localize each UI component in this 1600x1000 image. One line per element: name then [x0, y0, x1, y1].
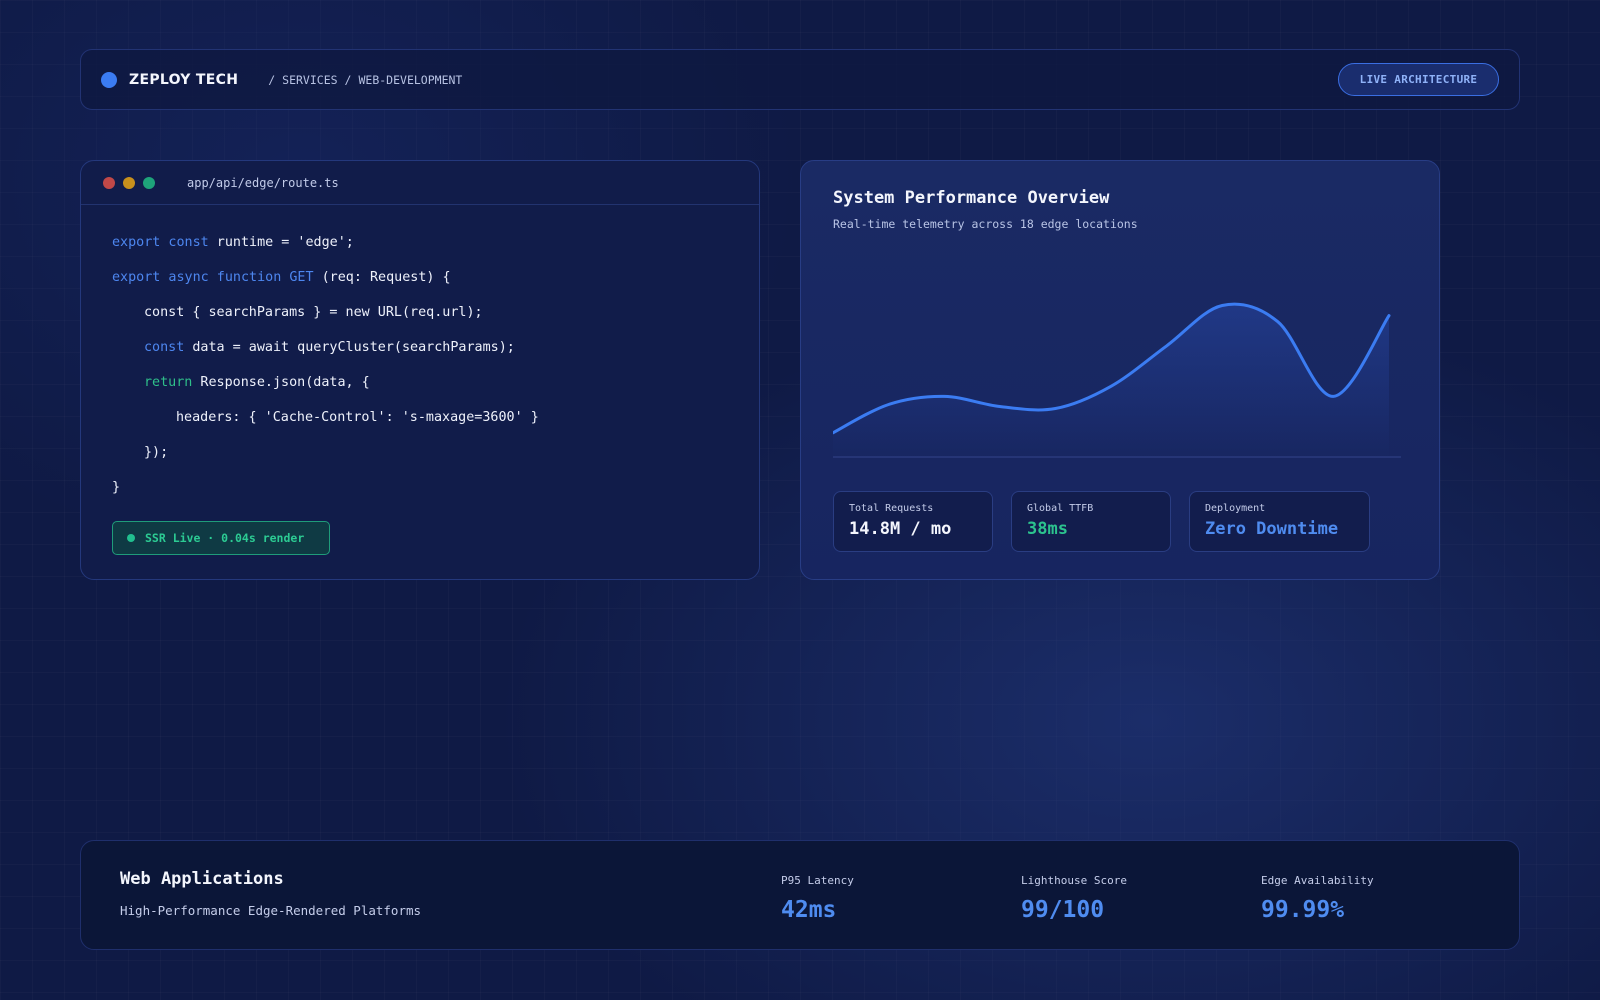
- metric-deployment: Deployment Zero Downtime: [1189, 491, 1370, 552]
- code-text: Response.json(data, {: [192, 375, 370, 390]
- brand-logo-dot: [101, 71, 117, 88]
- stat-label: Edge Availability: [1261, 874, 1374, 887]
- breadcrumb: / SERVICES / WEB-DEVELOPMENT: [268, 73, 462, 87]
- web-applications-bar: Web Applications High-Performance Edge-R…: [80, 840, 1520, 950]
- code-keyword: export const: [112, 235, 209, 250]
- code-line: export const runtime = 'edge';: [112, 225, 759, 260]
- performance-title: System Performance Overview: [833, 188, 1110, 208]
- metric-value: 38ms: [1027, 519, 1068, 539]
- code-line: });: [112, 435, 759, 470]
- breadcrumb-item-services[interactable]: SERVICES: [282, 73, 337, 87]
- section-title: Web Applications: [120, 869, 284, 889]
- stat-label: Lighthouse Score: [1021, 874, 1127, 887]
- breadcrumb-separator: /: [268, 72, 276, 87]
- code-line: }: [112, 470, 759, 505]
- code-line: const { searchParams } = new URL(req.url…: [112, 295, 759, 330]
- metric-value: 14.8M / mo: [849, 519, 952, 539]
- window-close-dot[interactable]: [103, 176, 115, 189]
- code-text: headers: { 'Cache-Control': 's-maxage=36…: [176, 410, 539, 425]
- breadcrumb-item-web-development[interactable]: WEB-DEVELOPMENT: [358, 73, 462, 87]
- code-keyword: const: [144, 340, 185, 355]
- stat-value: 99.99%: [1261, 897, 1345, 923]
- code-line: export async function GET (req: Request)…: [112, 260, 759, 295]
- window-minimize-dot[interactable]: [123, 176, 135, 189]
- code-text: const { searchParams } = new URL(req.url…: [144, 305, 483, 320]
- code-line: headers: { 'Cache-Control': 's-maxage=36…: [112, 400, 759, 435]
- stat-edge-availability: Edge Availability 99.99%: [1261, 874, 1374, 923]
- code-text: data = await queryCluster(searchParams);: [184, 340, 515, 355]
- metric-label: Total Requests: [849, 503, 934, 514]
- breadcrumb-separator: /: [344, 72, 352, 87]
- code-keyword: export async function GET: [112, 270, 314, 285]
- file-path: app/api/edge/route.ts: [187, 175, 339, 190]
- metric-global-ttfb: Global TTFB 38ms: [1011, 491, 1171, 552]
- performance-chart: [833, 302, 1401, 458]
- metric-value: Zero Downtime: [1205, 519, 1339, 539]
- status-live-icon: [127, 534, 135, 542]
- code-text: });: [144, 445, 169, 460]
- stat-value: 99/100: [1021, 897, 1105, 923]
- metric-label: Deployment: [1205, 503, 1266, 514]
- stat-label: P95 Latency: [781, 874, 854, 887]
- code-editor-panel: app/api/edge/route.ts export const runti…: [80, 160, 760, 580]
- code-body: export const runtime = 'edge'; export as…: [81, 205, 759, 505]
- ssr-status-text: SSR Live · 0.04s render: [145, 531, 305, 545]
- code-text: }: [112, 480, 121, 495]
- metric-label: Global TTFB: [1027, 503, 1094, 514]
- live-architecture-button[interactable]: LIVE ARCHITECTURE: [1338, 63, 1499, 96]
- top-navigation-bar: ZEPLOY TECH / SERVICES / WEB-DEVELOPMENT…: [80, 49, 1520, 110]
- stat-lighthouse-score: Lighthouse Score 99/100: [1021, 874, 1127, 923]
- code-keyword: return: [144, 375, 193, 390]
- performance-subtitle: Real-time telemetry across 18 edge locat…: [833, 217, 1138, 231]
- ssr-status-badge: SSR Live · 0.04s render: [112, 521, 330, 555]
- window-maximize-dot[interactable]: [143, 176, 155, 189]
- chart-area-fill: [833, 304, 1389, 457]
- stat-p95-latency: P95 Latency 42ms: [781, 874, 854, 923]
- code-line: return Response.json(data, {: [112, 365, 759, 400]
- code-line: const data = await queryCluster(searchPa…: [112, 330, 759, 365]
- code-text: runtime = 'edge';: [208, 235, 354, 250]
- brand-name[interactable]: ZEPLOY TECH: [129, 72, 238, 88]
- stat-value: 42ms: [781, 897, 837, 923]
- section-subtitle: High-Performance Edge-Rendered Platforms: [120, 903, 422, 918]
- code-text: (req: Request) {: [313, 270, 451, 285]
- system-performance-card: System Performance Overview Real-time te…: [800, 160, 1440, 580]
- code-editor-titlebar: app/api/edge/route.ts: [81, 161, 759, 205]
- metric-total-requests: Total Requests 14.8M / mo: [833, 491, 993, 552]
